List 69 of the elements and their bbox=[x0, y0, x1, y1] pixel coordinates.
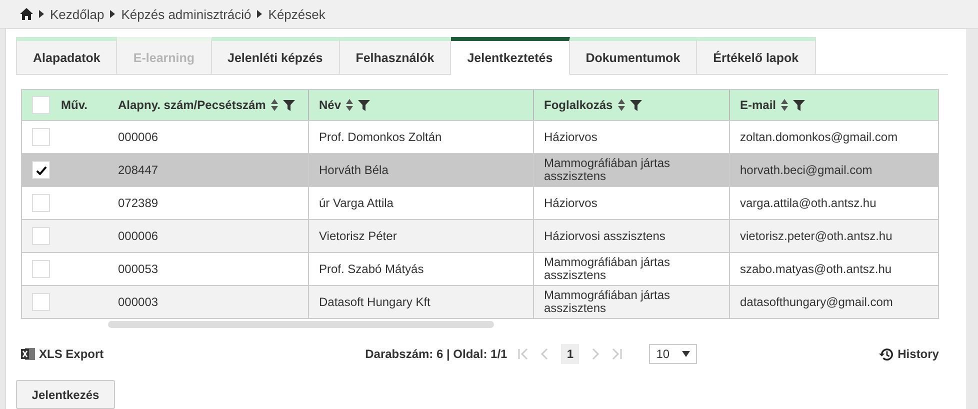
filter-icon[interactable] bbox=[630, 100, 642, 110]
filter-icon[interactable] bbox=[282, 100, 295, 110]
sort-icon[interactable] bbox=[781, 99, 788, 111]
table-cell: 000006 bbox=[118, 130, 158, 144]
register-button[interactable]: Jelentkezés bbox=[16, 380, 115, 409]
checkmark-icon bbox=[36, 166, 46, 174]
export-link[interactable]: XLS Export bbox=[21, 347, 104, 361]
table-cell: úr Varga Attila bbox=[319, 196, 394, 210]
scrollbar[interactable] bbox=[108, 321, 494, 328]
history-icon bbox=[878, 346, 894, 362]
caret-icon bbox=[39, 10, 44, 18]
checkbox[interactable] bbox=[32, 227, 50, 245]
history-link[interactable]: History bbox=[878, 346, 939, 362]
table-cell: Háziorvosi asszisztens bbox=[544, 230, 666, 242]
table-cell: 000003 bbox=[118, 296, 158, 308]
column-header[interactable]: Név bbox=[319, 98, 342, 112]
breadcrumb-link[interactable]: Képzések bbox=[268, 6, 326, 22]
checkbox[interactable] bbox=[32, 96, 50, 114]
page-size-select[interactable]: 10 bbox=[649, 344, 698, 364]
tab[interactable]: Alapadatok bbox=[16, 37, 118, 75]
table-cell: 000006 bbox=[118, 230, 158, 242]
table-cell: Horváth Béla bbox=[319, 164, 388, 176]
table-cell-text: Mammográfiában jártas asszisztens bbox=[544, 157, 672, 183]
filter-icon[interactable] bbox=[793, 100, 806, 110]
tab[interactable]: Felhasználók bbox=[340, 37, 452, 75]
table-cell: Prof. Szabó Mátyás bbox=[319, 262, 424, 276]
caret-icon bbox=[682, 351, 690, 357]
table-cell: datasofthungary@gmail.com bbox=[740, 296, 893, 308]
table-cell: 072389 bbox=[118, 196, 158, 210]
table-cell: 208447 bbox=[118, 164, 158, 176]
table-cell: Prof. Domonkos Zoltán bbox=[319, 130, 442, 144]
table-cell: 000053 bbox=[118, 262, 158, 276]
breadcrumb-link[interactable]: Képzés adminisztráció bbox=[121, 6, 252, 22]
table-cell: zoltan.domonkos@gmail.com bbox=[740, 130, 898, 144]
first-page-icon[interactable] bbox=[517, 348, 530, 360]
tab[interactable]: Jelentkeztetés bbox=[451, 37, 570, 75]
table-cell: horvath.beci@gmail.com bbox=[740, 164, 872, 176]
breadcrumb-link[interactable]: Kezdőlap bbox=[50, 6, 104, 22]
sort-icon[interactable] bbox=[618, 99, 625, 111]
column-header[interactable]: Foglalkozás bbox=[544, 98, 613, 112]
column-header[interactable]: E-mail bbox=[740, 98, 776, 112]
caret-icon bbox=[257, 10, 262, 18]
page-number[interactable]: 1 bbox=[561, 344, 580, 364]
last-page-icon[interactable] bbox=[611, 348, 624, 360]
table-cell: szabo.matyas@oth.antsz.hu bbox=[740, 262, 892, 276]
caret-icon bbox=[110, 10, 116, 18]
checkbox[interactable] bbox=[32, 194, 50, 212]
spreadsheet-icon bbox=[21, 347, 35, 361]
table-cell-text: Mammográfiában jártas asszisztens bbox=[544, 289, 672, 315]
table-cell: Datasoft Hungary Kft bbox=[319, 296, 430, 308]
table-cell-text: Mammográfiában jártas asszisztens bbox=[544, 256, 672, 282]
table-cell: Vietorisz Péter bbox=[319, 230, 397, 242]
tab[interactable]: Dokumentumok bbox=[570, 37, 698, 75]
checkbox[interactable] bbox=[32, 293, 50, 311]
tab[interactable]: Értékelő lapok bbox=[697, 37, 816, 75]
filter-icon[interactable] bbox=[358, 100, 370, 110]
home-icon[interactable] bbox=[20, 8, 33, 20]
checkbox[interactable] bbox=[32, 128, 50, 146]
checkbox[interactable] bbox=[32, 161, 50, 179]
sort-icon[interactable] bbox=[346, 99, 354, 111]
table-cell: varga.attila@oth.antsz.hu bbox=[740, 196, 876, 210]
table-cell: vietorisz.peter@oth.antsz.hu bbox=[740, 230, 892, 242]
column-header: Műv. bbox=[61, 98, 88, 112]
table-cell: Háziorvos bbox=[544, 130, 598, 144]
sort-icon[interactable] bbox=[270, 99, 278, 111]
table-cell: Háziorvos bbox=[544, 196, 598, 210]
tab[interactable]: Jelenléti képzés bbox=[212, 37, 340, 75]
checkbox[interactable] bbox=[32, 260, 50, 278]
page-summary: Darabszám: 6 | Oldal: 1/1 bbox=[365, 347, 508, 361]
